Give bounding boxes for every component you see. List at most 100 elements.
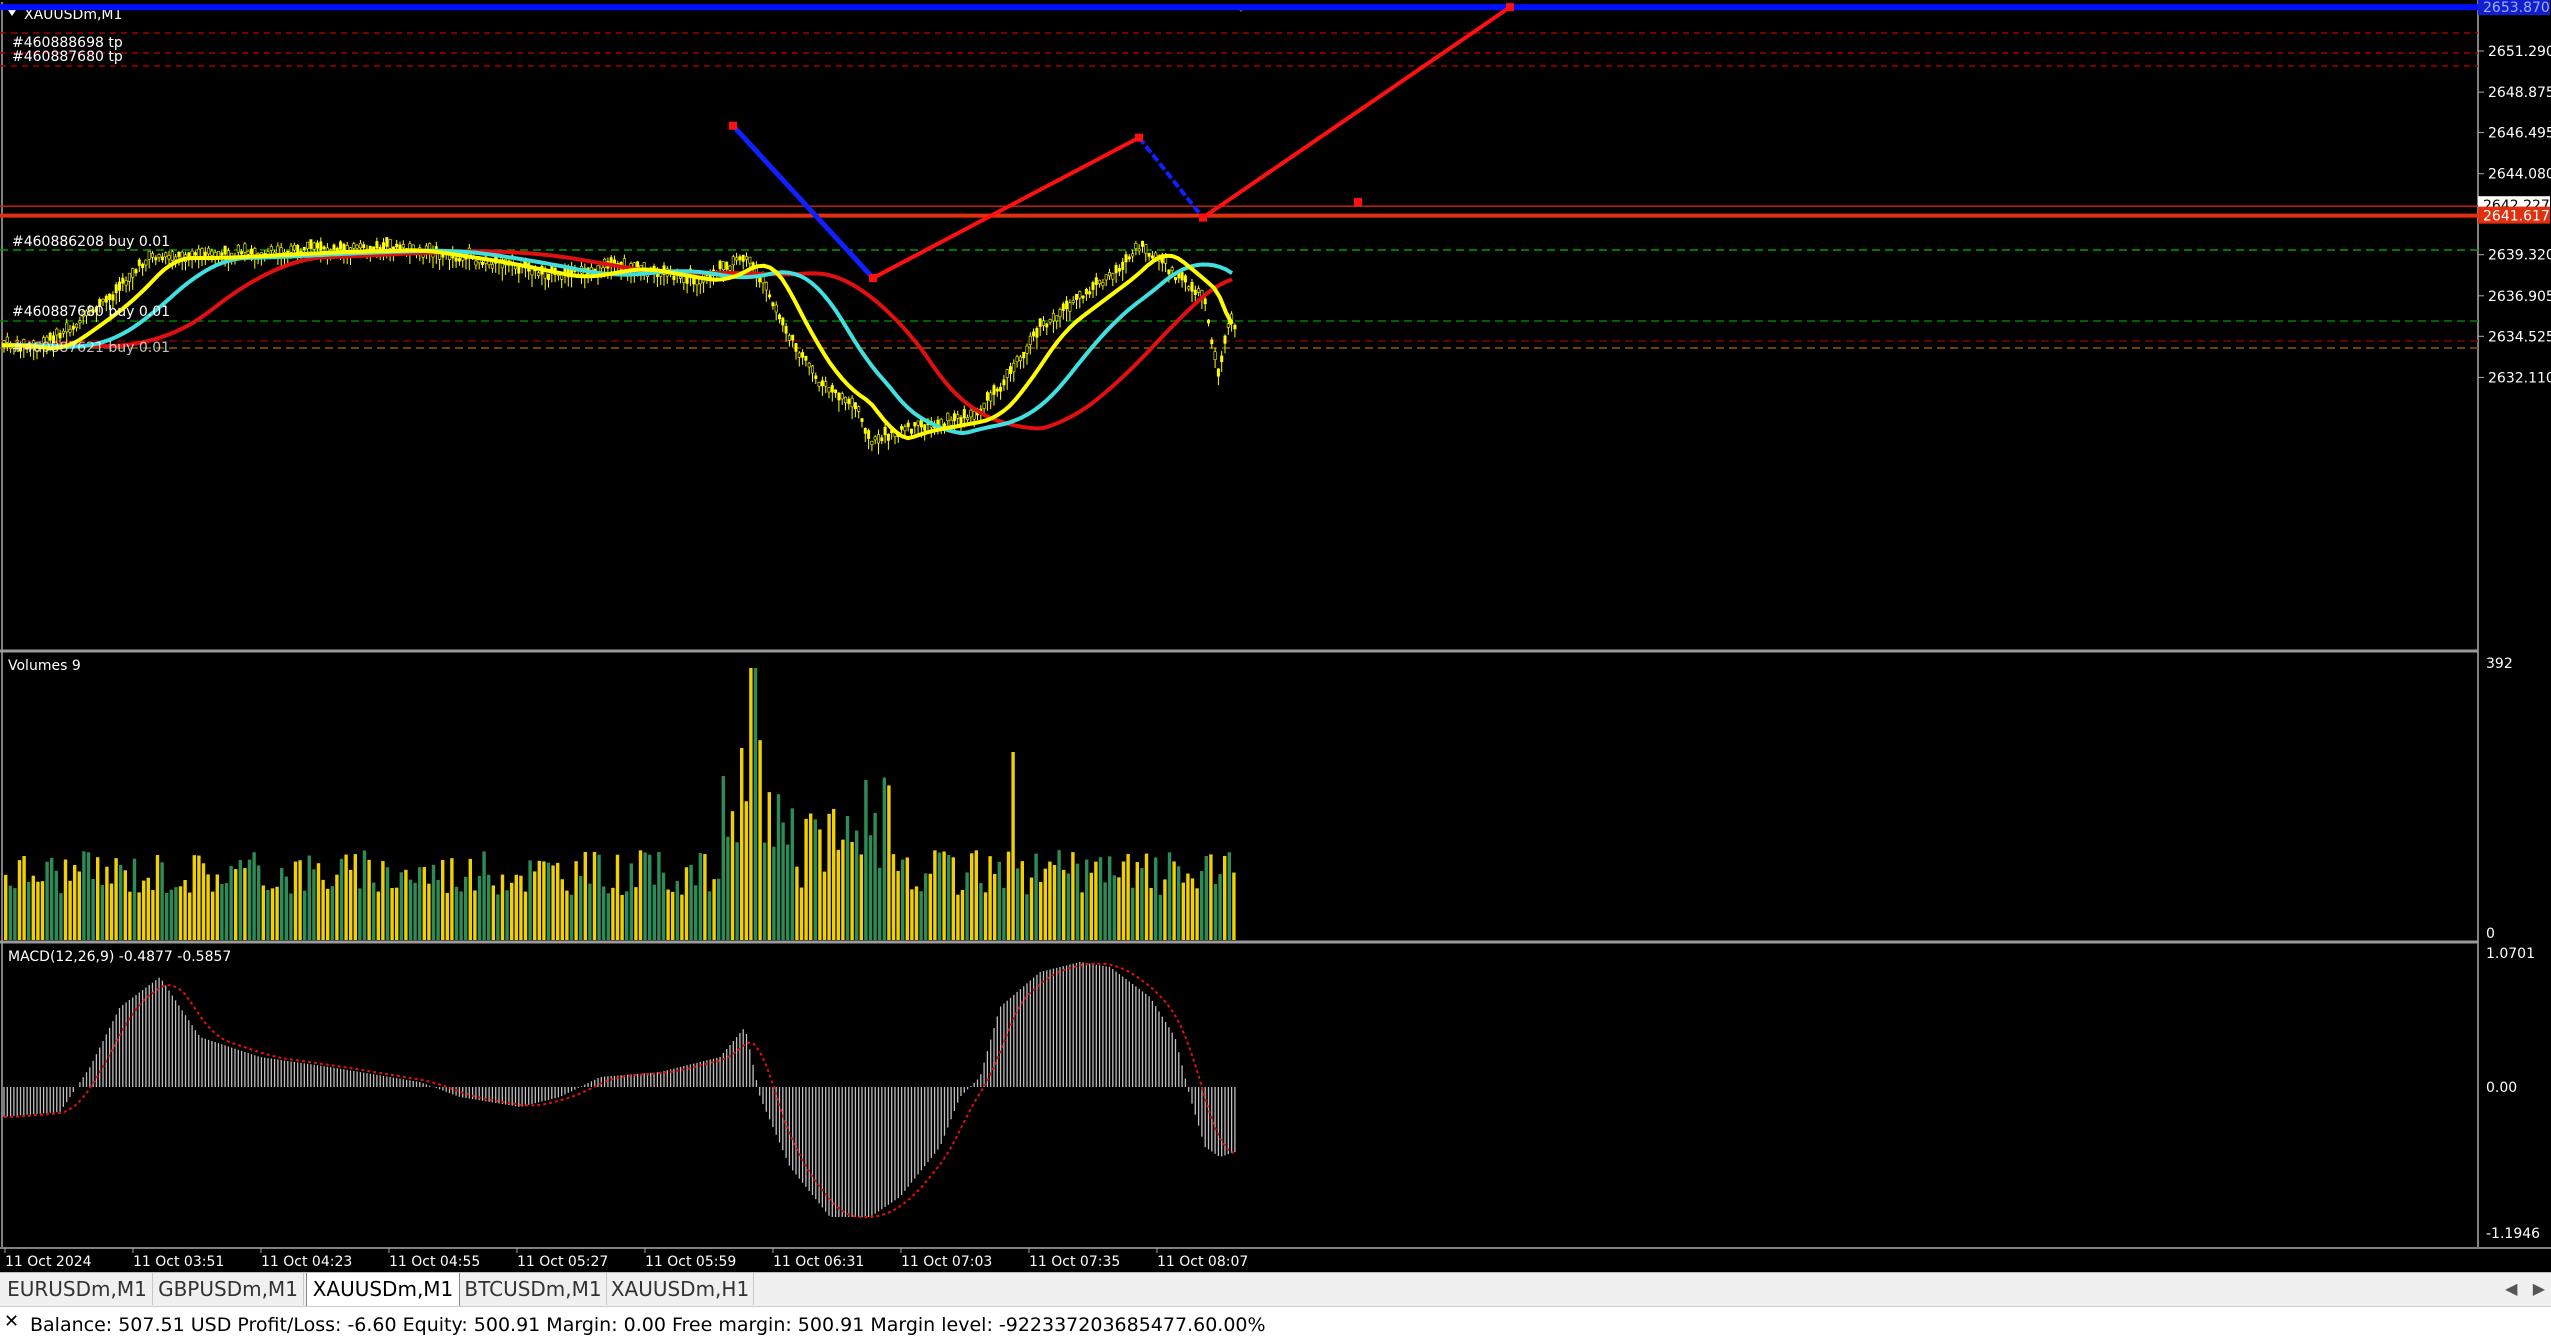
candle-body xyxy=(824,381,828,387)
volume-bar xyxy=(201,863,206,940)
volume-bar xyxy=(137,892,141,940)
candle-body xyxy=(223,245,227,255)
candle-body xyxy=(164,252,168,258)
candle-body xyxy=(1154,252,1158,258)
volume-bar xyxy=(114,858,118,940)
volume-bar xyxy=(597,854,601,940)
volume-bar xyxy=(1232,872,1236,940)
candle-body xyxy=(1111,273,1115,280)
volume-bar xyxy=(298,860,302,940)
volume-bar xyxy=(519,875,523,940)
candle-body xyxy=(1147,253,1151,257)
volume-bar xyxy=(1002,887,1006,940)
volume-bar xyxy=(790,808,794,940)
volume-bar xyxy=(1167,852,1172,940)
time-axis-label: 11 Oct 06:31 xyxy=(773,1254,864,1270)
volume-axis-label: 392 xyxy=(2486,656,2513,672)
candle-body xyxy=(78,320,82,324)
volume-bar xyxy=(1066,873,1070,940)
volume-bar xyxy=(1158,894,1162,940)
tab-scroll-right-icon[interactable]: ▶ xyxy=(2533,1279,2545,1298)
zigzag-point xyxy=(1135,133,1143,142)
volume-bar xyxy=(367,859,371,940)
volume-bar xyxy=(781,822,785,940)
tab-xauusdm-h1[interactable]: XAUUSDm,H1 xyxy=(607,1273,754,1305)
candle-body xyxy=(923,424,927,431)
volume-bar xyxy=(882,777,886,940)
candle-body xyxy=(65,322,69,333)
zigzag-point xyxy=(729,121,737,130)
candle-body xyxy=(75,323,79,328)
candle-body xyxy=(995,388,999,392)
volume-bar xyxy=(615,854,620,940)
order-label: #460887680 buy 0.01 xyxy=(12,304,170,320)
price-axis-label: 2651.290 xyxy=(2488,44,2551,60)
volume-bar xyxy=(339,858,344,940)
volume-bar xyxy=(845,816,850,940)
volume-bar xyxy=(404,869,408,940)
candle-body xyxy=(771,302,775,307)
candle-body xyxy=(1075,294,1079,300)
tab-xauusdm-m1[interactable]: XAUUSDm,M1 xyxy=(306,1273,460,1307)
candle-body xyxy=(1223,335,1227,344)
candle-body xyxy=(1216,368,1220,377)
candle-body xyxy=(1032,331,1036,337)
candle-body xyxy=(834,389,838,394)
candle-body xyxy=(999,386,1003,392)
volume-bar xyxy=(123,870,127,940)
candle-body xyxy=(203,251,207,257)
chart-area[interactable]: XAUUSDm,M1 #460888698 tp #460887680 tp #46… xyxy=(0,0,2551,1272)
volume-bar xyxy=(928,873,932,940)
candle-body xyxy=(537,272,541,277)
candle-body xyxy=(622,258,626,266)
volume-bar xyxy=(349,869,353,940)
volume-bar xyxy=(1213,883,1218,940)
tab-btcusdm-m1[interactable]: BTCUSDm,M1 xyxy=(460,1273,607,1305)
tab-gbpusdm-m1[interactable]: GBPUSDm,M1 xyxy=(153,1273,304,1305)
volume-bar xyxy=(477,875,482,940)
volume-bar xyxy=(1149,888,1153,940)
volume-bar xyxy=(59,893,63,940)
candle-body xyxy=(546,273,550,280)
volume-bar xyxy=(956,894,960,940)
candle-body xyxy=(867,430,871,439)
volume-bar xyxy=(1186,873,1190,940)
volume-bar xyxy=(951,857,955,940)
candle-body xyxy=(312,242,316,250)
time-axis-label: 11 Oct 04:23 xyxy=(261,1254,352,1270)
macd-axis-label: 0.00 xyxy=(2486,1080,2517,1096)
volume-bar xyxy=(579,876,583,940)
close-icon[interactable]: ✕ xyxy=(4,1311,19,1332)
chart-background xyxy=(0,0,2551,1272)
candle-body xyxy=(1134,243,1138,249)
volume-bar xyxy=(643,852,647,940)
candle-body xyxy=(1078,291,1082,299)
volume-bar xyxy=(1075,863,1080,940)
tab-eurusdm-m1[interactable]: EURUSDm,M1 xyxy=(2,1273,153,1305)
volume-bar xyxy=(220,884,224,940)
tab-scroll-arrows[interactable]: ◀ ▶ xyxy=(2505,1273,2545,1305)
volume-bar xyxy=(556,862,560,940)
volume-bar xyxy=(689,864,693,940)
candle-body xyxy=(1012,362,1016,373)
candle-body xyxy=(411,244,415,250)
candle-body xyxy=(989,392,993,402)
candle-body xyxy=(210,250,214,256)
candle-body xyxy=(1061,303,1065,311)
candle-body xyxy=(388,239,392,249)
volume-bar xyxy=(1006,851,1011,940)
volume-bar xyxy=(698,853,702,940)
price-chart[interactable]: XAUUSDm,M1 #460888698 tp#460887680 tp#46… xyxy=(0,0,2551,1272)
candle-body xyxy=(243,243,247,253)
price-axis-label: 2632.110 xyxy=(2488,370,2551,386)
volume-bar xyxy=(174,887,178,940)
volume-bar xyxy=(901,859,905,940)
volume-bar xyxy=(859,854,863,940)
time-axis-label: 11 Oct 2024 xyxy=(5,1254,92,1270)
volume-bar xyxy=(252,852,256,940)
volume-bar xyxy=(873,812,877,940)
tab-scroll-left-icon[interactable]: ◀ xyxy=(2505,1279,2517,1298)
volume-bar xyxy=(505,890,509,940)
volume-bar xyxy=(933,850,937,940)
volume-bar xyxy=(183,879,187,940)
